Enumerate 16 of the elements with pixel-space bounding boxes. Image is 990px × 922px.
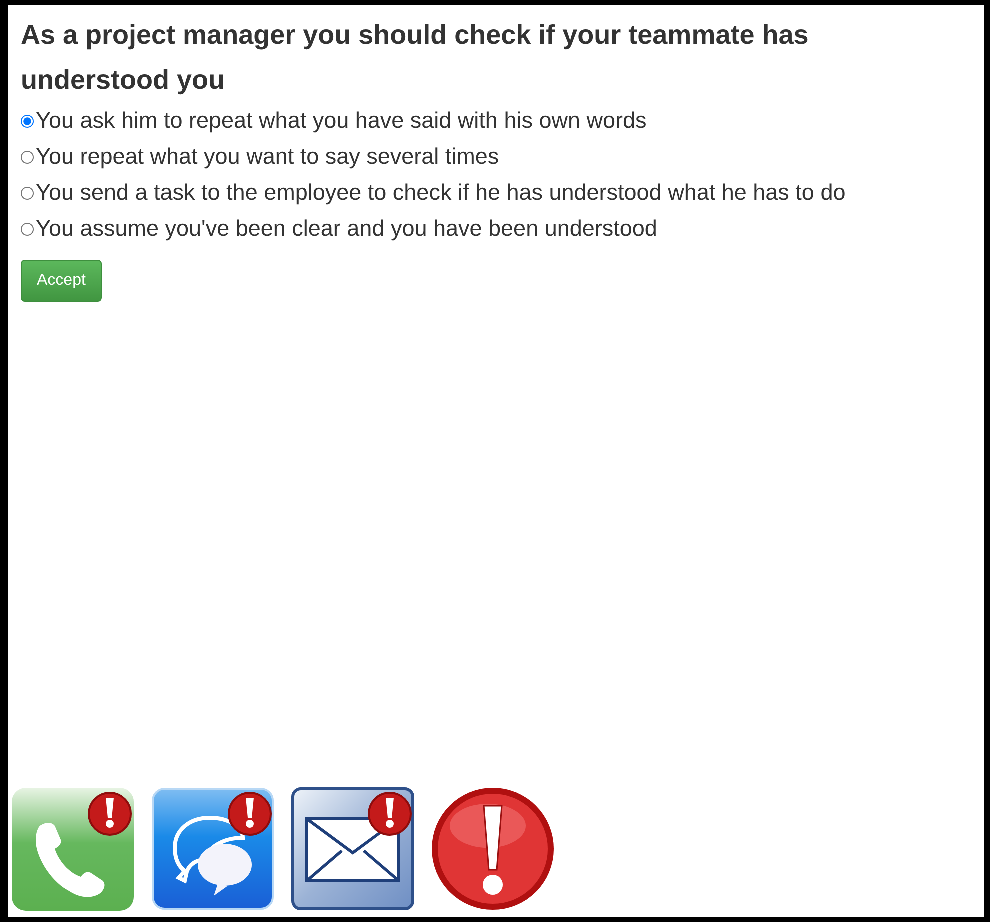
option-label[interactable]: You assume you've been clear and you have been understood <box>36 211 658 247</box>
question-heading: As a project manager you should check if your teammate has understood you <box>21 19 810 97</box>
option-label[interactable]: You repeat what you want to say several times <box>36 139 500 175</box>
radio-button[interactable] <box>21 150 34 164</box>
radio-button[interactable] <box>21 222 34 236</box>
envelope-icon[interactable] <box>292 788 414 910</box>
radio-button[interactable] <box>21 186 34 200</box>
warning-icon[interactable] <box>432 788 554 910</box>
option-label[interactable]: You send a task to the employee to check if he has understood what he has to do <box>36 175 846 211</box>
chat-bubbles-icon[interactable] <box>152 788 274 910</box>
alert-badge-icon <box>368 792 412 836</box>
alert-badge-icon <box>88 792 132 836</box>
option-label[interactable]: You ask him to repeat what you have said with his own words <box>36 103 647 139</box>
phone-icon[interactable] <box>12 788 134 911</box>
radio-button[interactable] <box>21 114 34 128</box>
alert-badge-icon <box>228 792 272 836</box>
